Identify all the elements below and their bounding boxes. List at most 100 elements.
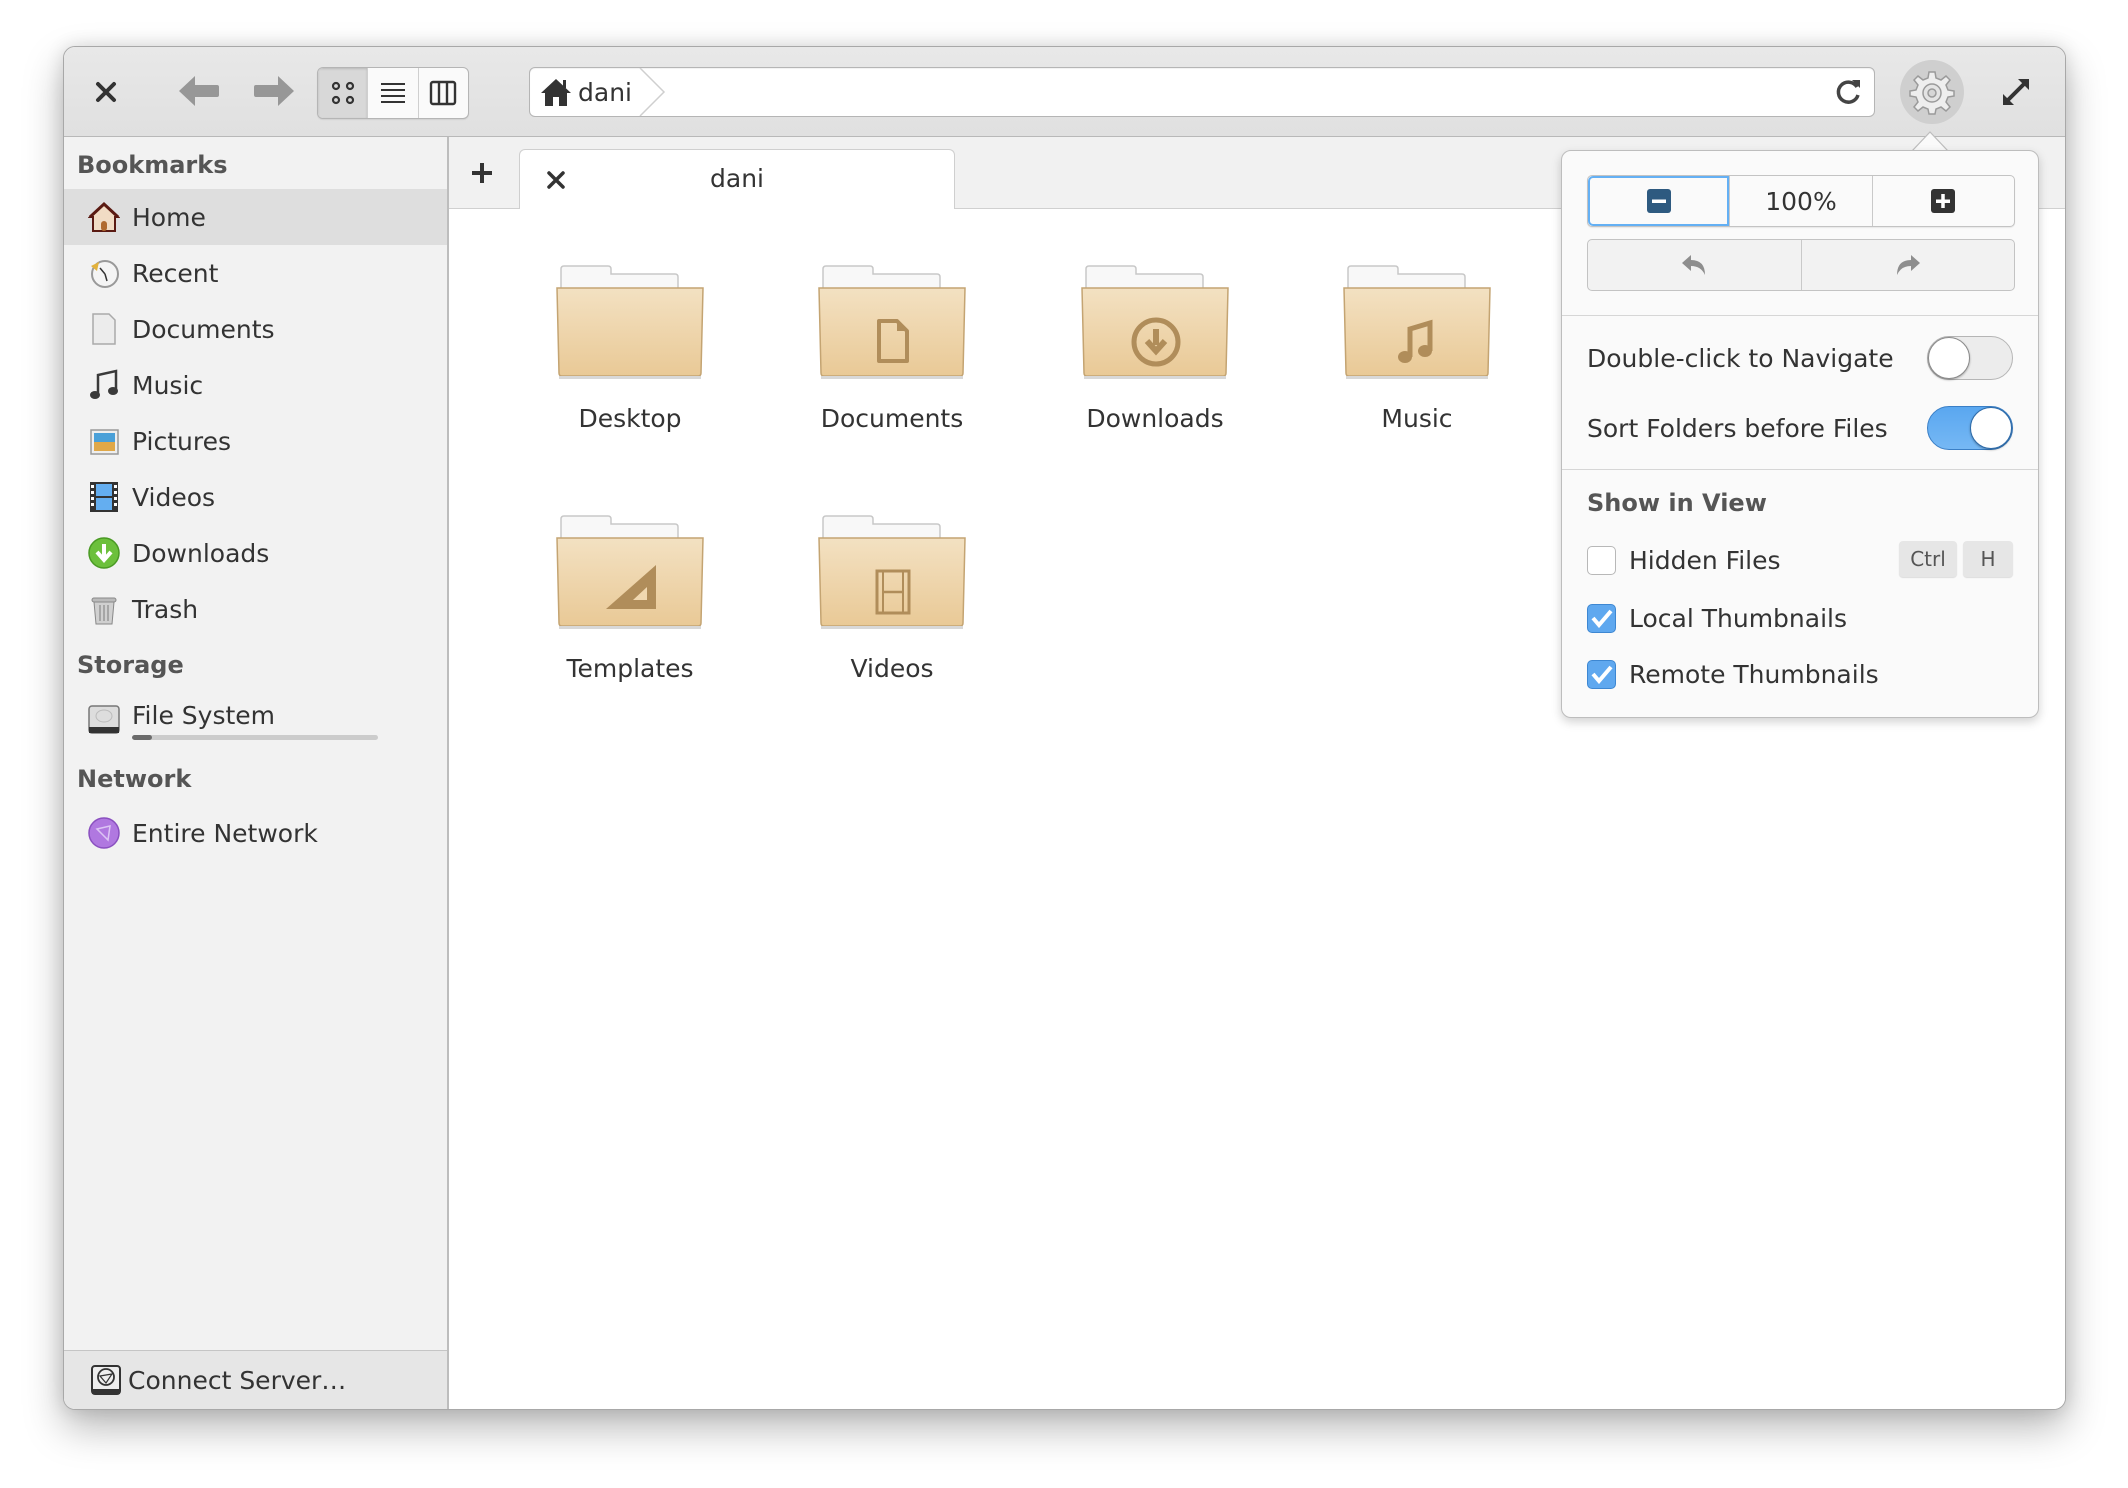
double-click-navigate-switch[interactable] [1927,336,2013,380]
sidebar-item-entire-network[interactable]: Entire Network [64,805,447,861]
folder-label: Documents [820,404,964,433]
sidebar-item-music[interactable]: Music [64,357,447,413]
folder-label: Music [1381,404,1453,433]
recent-icon [88,257,120,289]
video-icon [88,481,120,513]
zoom-in-icon [1931,189,1956,213]
double-click-navigate-label: Double-click to Navigate [1587,343,1894,373]
undo-button[interactable] [1588,240,1802,290]
sidebar-item-label: Entire Network [132,818,318,848]
folder-desktop[interactable]: Desktop [530,265,730,465]
sidebar-item-pictures[interactable]: Pictures [64,413,447,469]
close-window-button[interactable] [86,72,126,112]
local-thumbnails-label: Local Thumbnails [1629,603,1848,633]
sidebar-item-label: Videos [132,482,216,512]
breadcrumb-home[interactable]: dani [540,68,632,116]
icon-view-button[interactable] [318,68,369,118]
local-thumbnails-checkbox[interactable] [1587,603,1616,633]
sidebar-item-downloads[interactable]: Downloads [64,525,447,581]
folder-icon [1081,265,1229,379]
grid-icon [331,81,354,105]
switch-knob [1928,337,1970,379]
sidebar-item-label: Home [132,202,206,232]
remote-thumbnails-label: Remote Thumbnails [1629,659,1879,689]
location-bar[interactable]: dani [529,67,1875,117]
connect-server-label: Connect Server… [128,1365,347,1395]
plus-icon [472,163,492,183]
forward-button[interactable] [249,69,299,113]
hidden-files-label: Hidden Files [1629,545,1781,575]
network-icon [88,817,120,849]
storage-usage-bar [132,735,378,740]
maximize-icon [2003,79,2029,105]
sidebar-item-recent[interactable]: Recent [64,245,447,301]
breadcrumb-label: dani [578,77,632,107]
sidebar-item-label: File System [132,701,276,730]
breadcrumb-separator [639,68,666,116]
sidebar-item-file-system[interactable]: File System [64,691,447,747]
harddisk-icon [88,703,120,735]
sidebar-item-label: Trash [132,594,199,624]
pictures-icon [88,425,120,457]
trash-icon [88,593,120,625]
sidebar-item-label: Pictures [132,426,231,456]
sort-folders-row: Sort Folders before Files [1587,403,2013,453]
sidebar-item-documents[interactable]: Documents [64,301,447,357]
arrow-left-icon [179,76,219,106]
sort-folders-switch[interactable] [1927,406,2013,450]
sidebar-item-videos[interactable]: Videos [64,469,447,525]
folder-music[interactable]: Music [1317,265,1517,465]
maximize-button[interactable] [1996,72,2036,112]
reload-button[interactable] [1830,74,1866,110]
sidebar-item-label: Documents [132,314,275,344]
music-icon [88,369,120,401]
app-menu-popover: 100% Double-click to Navigate Sort Folde… [1561,150,2039,718]
hidden-files-checkbox[interactable] [1587,545,1616,575]
folder-icon [1343,265,1491,379]
folder-icon [556,515,704,629]
remote-thumbnails-checkbox[interactable] [1587,659,1616,689]
back-button[interactable] [174,69,224,113]
connect-server-icon [90,1364,122,1396]
folder-icon [818,265,966,379]
tab-dani[interactable]: dani [519,149,955,210]
new-tab-button[interactable] [464,155,500,191]
sidebar-heading-storage: Storage [77,651,184,679]
home-icon [88,201,120,233]
columns-icon [430,80,457,106]
folder-videos[interactable]: Videos [792,515,992,715]
zoom-out-icon [1646,189,1671,213]
folder-icon [556,265,704,379]
undo-redo-controls [1587,239,2015,291]
storage-usage-fill [132,735,152,740]
folder-icon [818,515,966,629]
connect-server-button[interactable]: Connect Server… [64,1350,447,1409]
redo-button[interactable] [1802,240,2015,290]
local-thumbnails-row[interactable]: Local Thumbnails [1587,593,2013,643]
folder-label: Videos [850,654,934,683]
headerbar: dani [64,47,2065,137]
folder-templates[interactable]: Templates [530,515,730,715]
zoom-in-button[interactable] [1873,176,2014,226]
folder-documents[interactable]: Documents [792,265,992,465]
folder-label: Templates [566,654,694,683]
zoom-controls: 100% [1587,175,2015,227]
gear-icon [1909,71,1955,115]
menu-pointer [1912,131,1948,151]
sidebar-item-home[interactable]: Home [64,189,447,245]
sidebar-item-label: Downloads [132,538,270,568]
app-menu-button[interactable] [1900,60,1964,124]
folder-downloads[interactable]: Downloads [1055,265,1255,465]
zoom-out-button[interactable] [1588,176,1731,226]
sidebar-item-label: Music [132,370,204,400]
reload-icon [1836,80,1860,104]
list-view-button[interactable] [368,68,419,118]
sidebar-item-label: Recent [132,258,219,288]
zoom-reset-button[interactable]: 100% [1730,176,1873,226]
column-view-button[interactable] [419,68,468,118]
hidden-files-row[interactable]: Hidden Files Ctrl H [1587,535,2013,585]
switch-knob [1970,407,2012,449]
show-in-view-heading: Show in View [1587,489,1767,517]
sidebar-item-trash[interactable]: Trash [64,581,447,637]
remote-thumbnails-row[interactable]: Remote Thumbnails [1587,649,2013,699]
